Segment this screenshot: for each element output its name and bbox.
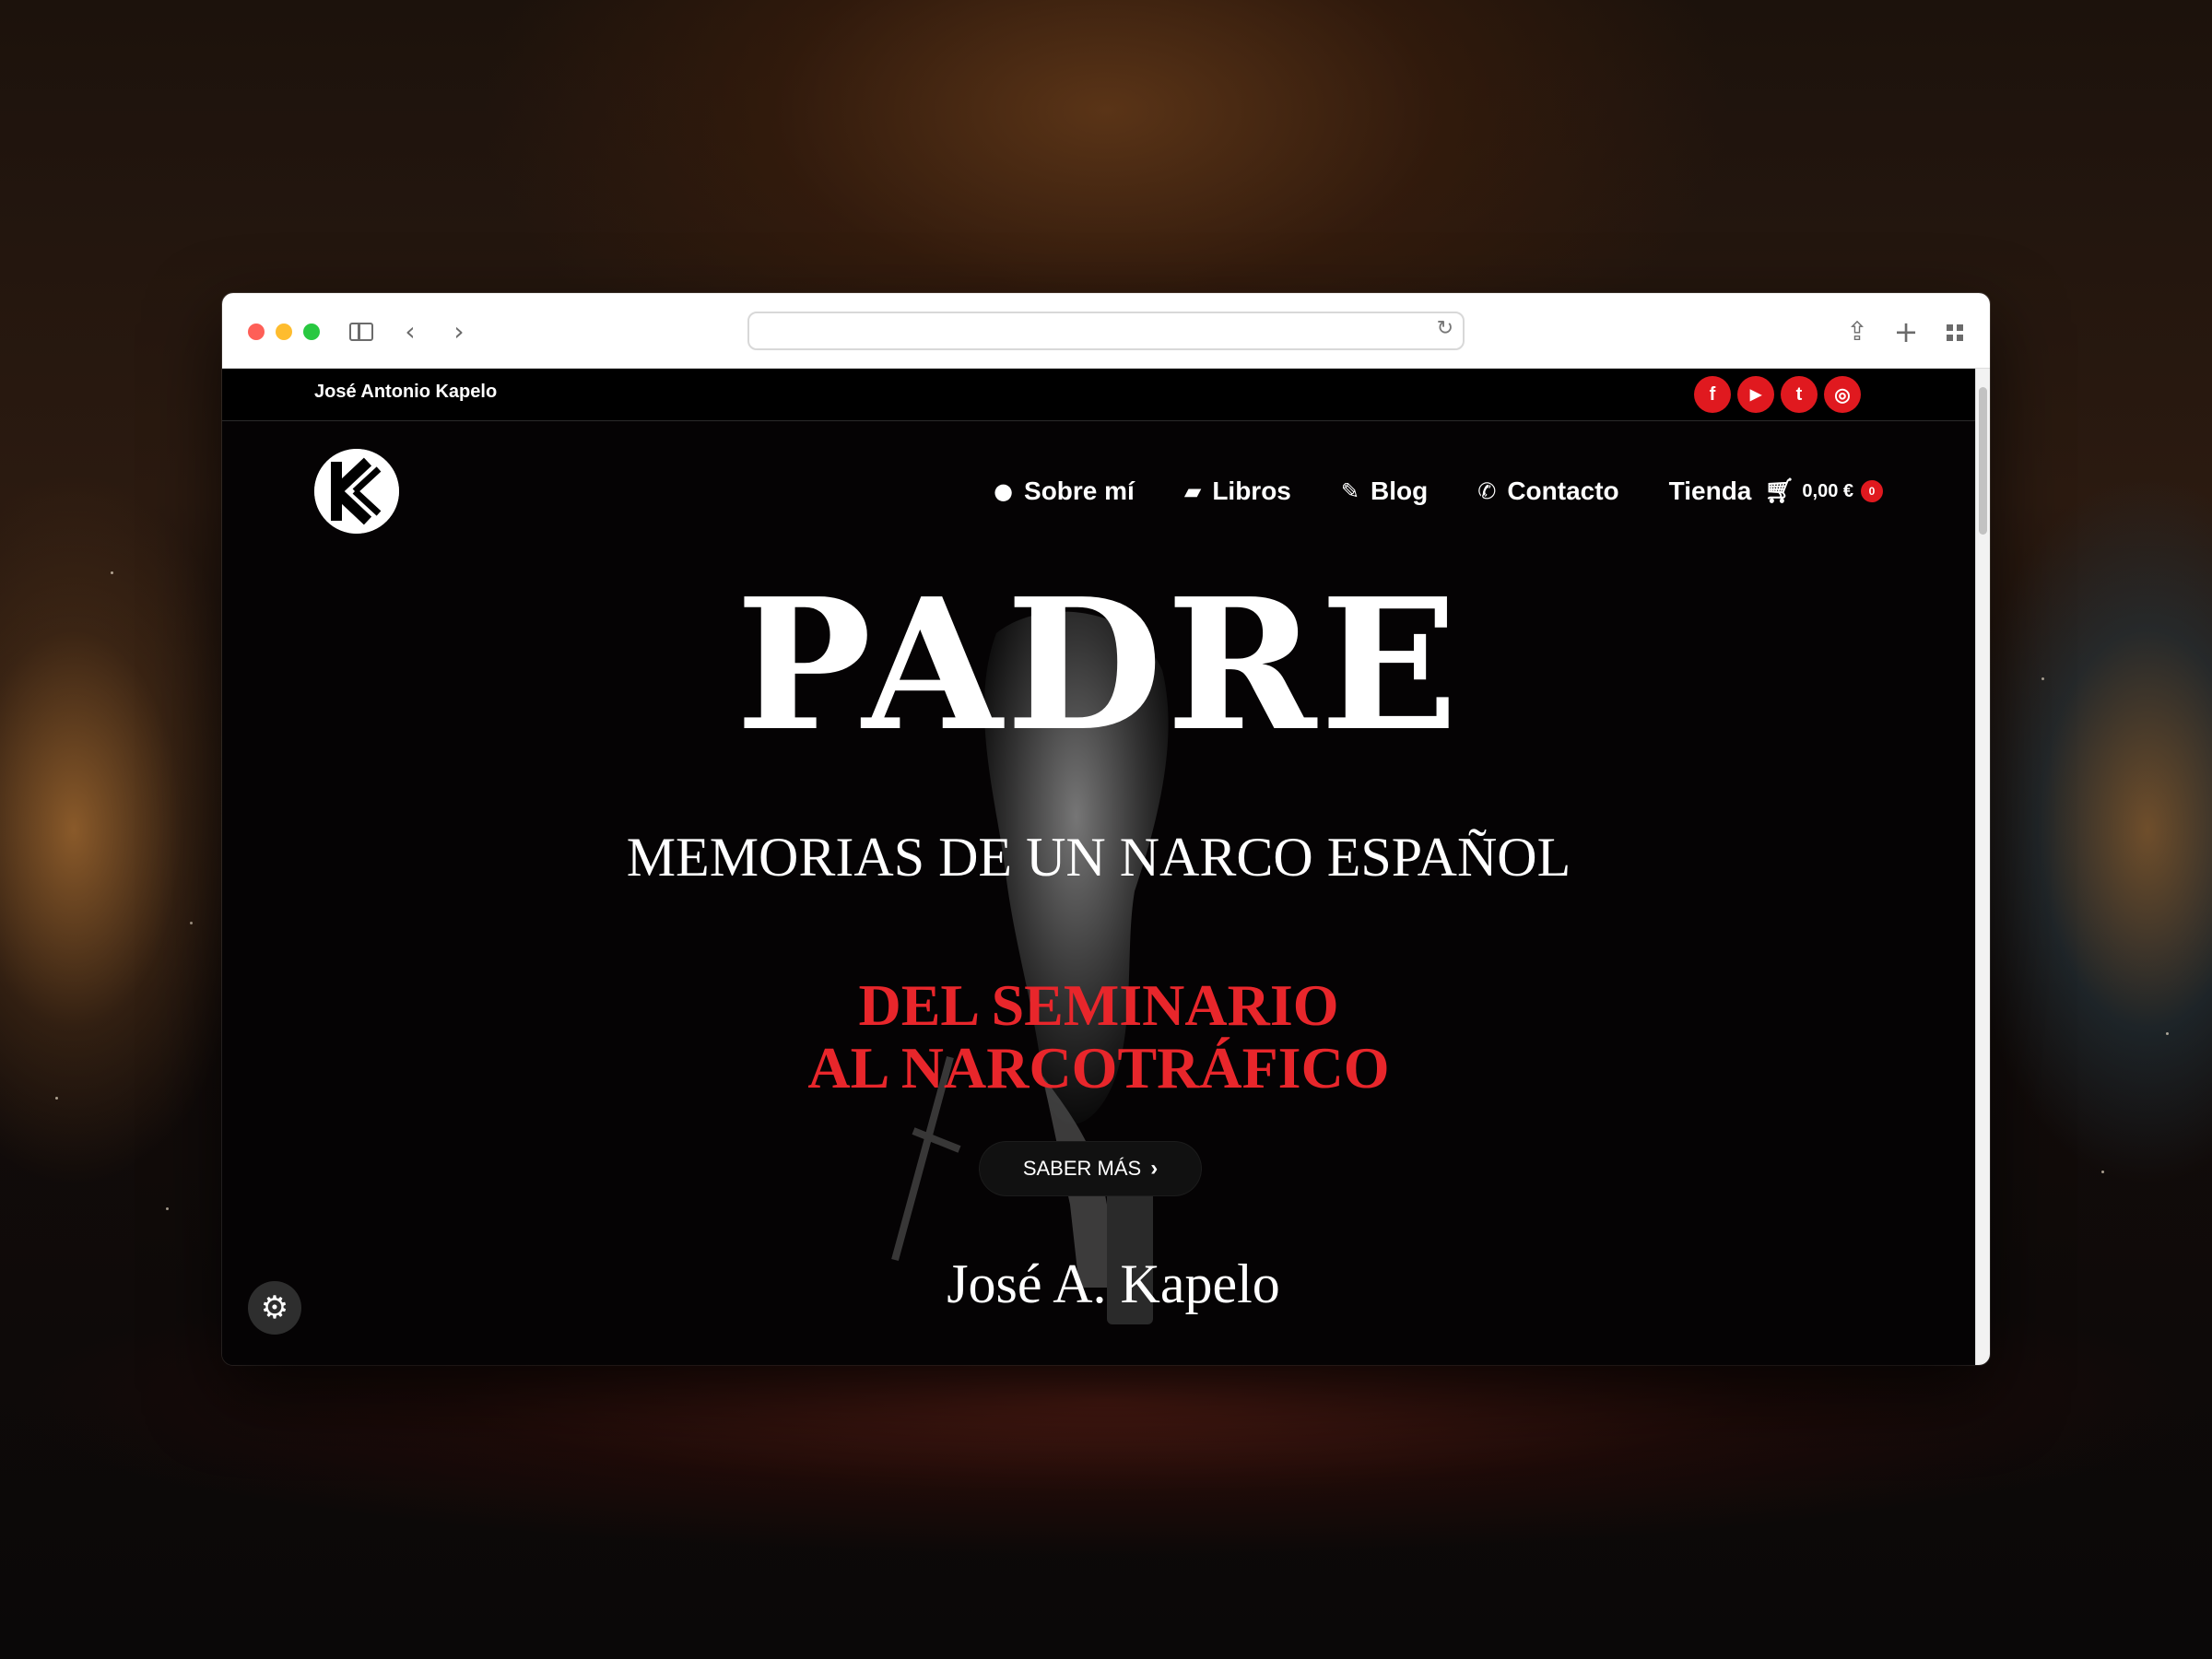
site-header: ● Sobre mí ▰ Libros ✎ Blog ✆ Contacto Ti… — [222, 421, 1975, 559]
share-icon[interactable]: ⇪ — [1841, 315, 1874, 348]
instagram-icon[interactable]: ◎ — [1824, 376, 1861, 413]
nav-label: Libros — [1212, 477, 1291, 505]
book-icon: ▰ — [1183, 478, 1202, 504]
cta-label: SABER MÁS — [1022, 1157, 1142, 1180]
nav-label: Contacto — [1507, 477, 1619, 505]
site-owner-name: José Antonio Kapelo — [314, 382, 498, 402]
nav-label: Blog — [1370, 477, 1429, 505]
cart-button[interactable]: 🛒︎ 0,00 € 0 — [1764, 477, 1883, 505]
phone-icon: ✆ — [1477, 478, 1497, 504]
page-scrollbar[interactable] — [1975, 369, 1990, 1365]
web-page: José Antonio Kapelo f ▶ t ◎ ● Sobre mí ▰… — [222, 369, 1975, 1365]
hero-tagline-line-2: AL NARCOTRÁFICO — [807, 1035, 1390, 1100]
close-window-button[interactable] — [248, 324, 265, 340]
zoom-window-button[interactable] — [303, 324, 320, 340]
nav-label: Tienda — [1668, 477, 1752, 505]
hero-title: PADRE — [735, 559, 1462, 771]
scrollbar-thumb[interactable] — [1979, 387, 1987, 535]
hero-tagline: DEL SEMINARIO AL NARCOTRÁFICO — [222, 974, 1975, 1100]
hero-section: PADRE MEMORIAS DE UN NARCO ESPAÑOL DEL S… — [222, 559, 1975, 1365]
tab-overview-icon[interactable] — [1938, 315, 1971, 348]
nav-item-blog[interactable]: ✎ Blog — [1341, 477, 1428, 506]
hero-tagline-line-1: DEL SEMINARIO — [858, 972, 1339, 1038]
chevron-right-icon: › — [1150, 1156, 1159, 1181]
forward-arrow-icon[interactable]: › — [442, 315, 476, 348]
nav-item-libros[interactable]: ▰ Libros — [1184, 477, 1291, 506]
site-logo[interactable] — [314, 449, 399, 534]
user-icon: ● — [994, 478, 1014, 504]
nav-item-contacto[interactable]: ✆ Contacto — [1477, 477, 1618, 506]
cart-icon: 🛒︎ — [1764, 477, 1795, 505]
settings-gear-icon[interactable]: ⚙ — [248, 1281, 301, 1335]
address-bar[interactable]: ↻ — [747, 312, 1465, 350]
youtube-icon[interactable]: ▶ — [1737, 376, 1774, 413]
hero-author: José A. Kapelo — [947, 1253, 1280, 1314]
minimize-window-button[interactable] — [276, 324, 292, 340]
browser-toolbar: ‹ › ↻ ⇪ + — [222, 293, 1990, 369]
top-bar: José Antonio Kapelo f ▶ t ◎ — [222, 369, 1975, 421]
hero-subtitle: MEMORIAS DE UN NARCO ESPAÑOL — [626, 827, 1571, 888]
nav-item-sobre-mi[interactable]: ● Sobre mí — [994, 477, 1135, 506]
pencil-icon: ✎ — [1340, 478, 1359, 504]
cart-total: 0,00 € — [1802, 480, 1853, 501]
nav-item-tienda[interactable]: Tienda — [1669, 477, 1752, 506]
reload-icon[interactable]: ↻ — [1437, 317, 1453, 340]
new-tab-icon[interactable]: + — [1889, 315, 1923, 348]
main-navigation: ● Sobre mí ▰ Libros ✎ Blog ✆ Contacto Ti… — [994, 477, 1883, 506]
cart-count-badge: 0 — [1861, 480, 1883, 502]
facebook-icon[interactable]: f — [1694, 376, 1731, 413]
twitter-icon[interactable]: t — [1781, 376, 1818, 413]
nav-label: Sobre mí — [1024, 477, 1135, 505]
browser-window: ‹ › ↻ ⇪ + José Antonio Kapelo f ▶ t ◎ ● … — [222, 293, 1990, 1365]
sidebar-toggle-icon[interactable] — [346, 315, 379, 348]
window-controls — [248, 324, 320, 340]
back-arrow-icon[interactable]: ‹ — [394, 315, 427, 348]
social-links: f ▶ t ◎ — [1694, 376, 1861, 413]
saber-mas-button[interactable]: SABER MÁS › — [980, 1142, 1201, 1195]
